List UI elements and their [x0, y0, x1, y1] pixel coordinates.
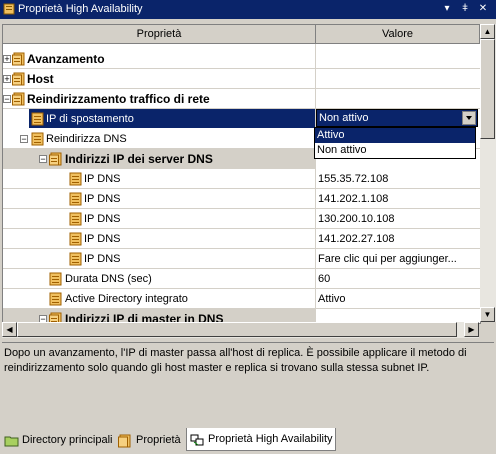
dropdown-list: Attivo Non attivo	[314, 127, 476, 159]
property-icon	[69, 212, 82, 226]
tab-proprieta-high-availability[interactable]: Proprietà High Availability	[186, 428, 336, 451]
property-row-ip-dns[interactable]: IP DNS Fare clic qui per aggiunger...	[3, 249, 480, 269]
tab-label: Proprietà High Availability	[208, 433, 333, 445]
dropdown-option-attivo[interactable]: Attivo	[315, 128, 475, 143]
property-row-active-directory[interactable]: Active Directory integrato Attivo	[3, 289, 480, 309]
row-label: Active Directory integrato	[65, 293, 188, 305]
close-icon[interactable]: ✕	[476, 2, 490, 16]
row-value[interactable]: Attivo	[318, 289, 346, 309]
property-icon	[31, 112, 44, 126]
window-title: Proprietà High Availability	[18, 3, 143, 15]
category-row-avanzamento[interactable]: + Avanzamento	[3, 49, 480, 69]
row-label: Reindirizza DNS	[46, 133, 127, 145]
property-row-ip-spostamento[interactable]: IP di spostamento Non attivo	[3, 109, 480, 129]
row-label: IP DNS	[84, 193, 121, 205]
chevron-down-icon	[466, 116, 472, 120]
row-label: Durata DNS (sec)	[65, 273, 152, 285]
pin-icon[interactable]: ǂ	[458, 2, 472, 16]
dropdown-option-non-attivo[interactable]: Non attivo	[315, 143, 475, 158]
row-separator	[3, 208, 480, 209]
row-value[interactable]: 60	[318, 269, 330, 289]
column-header-value[interactable]: Valore	[316, 25, 480, 44]
folder-icon	[4, 436, 19, 447]
property-icon	[49, 292, 62, 306]
property-icon	[118, 434, 131, 448]
horizontal-scrollbar[interactable]: ◀ ▶	[2, 322, 479, 338]
row-value[interactable]: 130.200.10.108	[318, 209, 394, 229]
window-icon	[3, 3, 15, 15]
row-label: Reindirizzamento traffico di rete	[27, 92, 210, 106]
tab-strip: Directory principali Proprietà Proprietà…	[0, 428, 496, 454]
tab-label: Proprietà	[136, 434, 181, 446]
scroll-thumb[interactable]	[480, 39, 495, 139]
property-icon	[69, 232, 82, 246]
property-grid: Proprietà Valore + Avanzamento + Host − …	[2, 24, 481, 324]
column-header-property[interactable]: Proprietà	[3, 25, 316, 44]
property-icon	[69, 172, 82, 186]
chevron-down-icon[interactable]: ▾	[440, 2, 454, 16]
row-separator	[3, 108, 480, 109]
row-separator	[3, 248, 480, 249]
row-value[interactable]: Fare clic qui per aggiunger...	[318, 249, 478, 269]
row-label: IP DNS	[84, 173, 121, 185]
row-label: Indirizzi IP dei server DNS	[65, 152, 213, 166]
scroll-down-button[interactable]: ▼	[480, 307, 495, 322]
property-icon	[12, 72, 25, 86]
row-value[interactable]: 155.35.72.108	[318, 169, 388, 189]
dropdown-value: Non attivo	[319, 112, 369, 124]
title-bar: Proprietà High Availability ▾ ǂ ✕	[0, 0, 496, 19]
property-row-ip-dns[interactable]: IP DNS 141.202.1.108	[3, 189, 480, 209]
property-icon	[31, 132, 44, 146]
property-row-ip-dns[interactable]: IP DNS 141.202.27.108	[3, 229, 480, 249]
scroll-left-button[interactable]: ◀	[2, 322, 17, 337]
property-icon	[12, 52, 25, 66]
row-label: IP DNS	[84, 213, 121, 225]
row-label: Host	[27, 72, 54, 86]
row-separator	[3, 228, 480, 229]
property-row-ip-dns[interactable]: IP DNS 130.200.10.108	[3, 209, 480, 229]
vertical-scrollbar[interactable]: ▲ ▼	[480, 24, 496, 322]
row-label: IP DNS	[84, 233, 121, 245]
row-value[interactable]: 141.202.27.108	[318, 229, 394, 249]
row-separator	[3, 188, 480, 189]
expand-icon[interactable]: +	[3, 75, 11, 84]
property-row-ip-dns[interactable]: IP DNS 155.35.72.108	[3, 169, 480, 189]
row-separator	[3, 68, 480, 69]
property-icon	[49, 272, 62, 286]
value-dropdown[interactable]: Non attivo	[316, 109, 478, 127]
expand-icon[interactable]: +	[3, 55, 11, 64]
row-separator	[3, 288, 480, 289]
property-icon	[69, 192, 82, 206]
property-icon	[49, 152, 62, 166]
collapse-icon[interactable]: −	[20, 135, 28, 144]
row-separator	[3, 308, 480, 309]
property-row-durata-dns[interactable]: Durata DNS (sec) 60	[3, 269, 480, 289]
high-availability-icon	[190, 434, 204, 446]
collapse-icon[interactable]: −	[3, 95, 11, 104]
row-label: Avanzamento	[27, 52, 105, 66]
dropdown-button[interactable]	[462, 111, 476, 125]
category-row-host[interactable]: + Host	[3, 69, 480, 89]
scroll-thumb[interactable]	[17, 322, 457, 337]
row-label: IP di spostamento	[46, 113, 134, 125]
tab-label: Directory principali	[22, 434, 113, 446]
property-icon	[69, 252, 82, 266]
description-panel: Dopo un avanzamento, l'IP di master pass…	[2, 342, 494, 423]
row-label: IP DNS	[84, 253, 121, 265]
description-text: Dopo un avanzamento, l'IP di master pass…	[4, 347, 467, 374]
category-row-reindirizzamento[interactable]: − Reindirizzamento traffico di rete	[3, 89, 480, 109]
row-separator	[3, 88, 480, 89]
scroll-up-button[interactable]: ▲	[480, 24, 495, 39]
scroll-right-button[interactable]: ▶	[464, 322, 479, 337]
property-icon	[12, 92, 25, 106]
collapse-icon[interactable]: −	[39, 155, 47, 164]
row-separator	[3, 268, 480, 269]
row-value[interactable]: 141.202.1.108	[318, 189, 388, 209]
